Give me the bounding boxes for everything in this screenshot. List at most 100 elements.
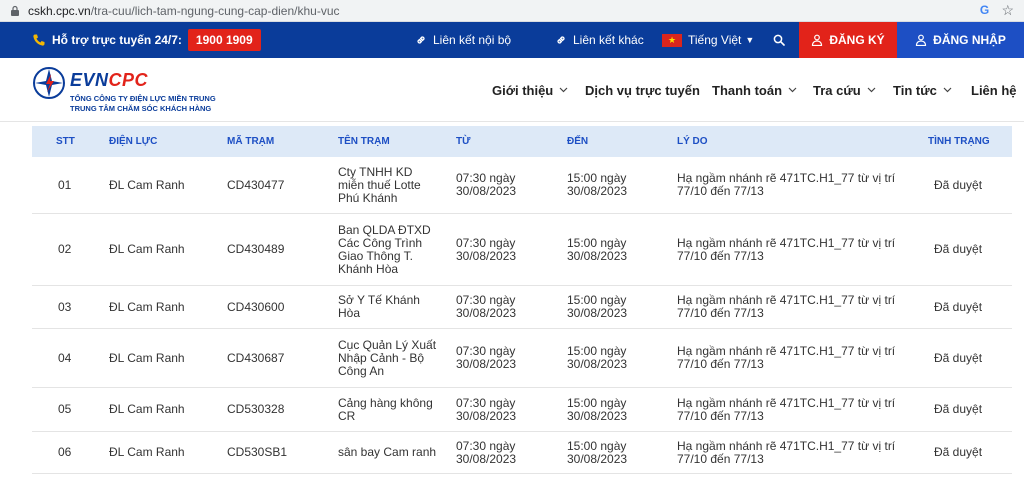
nav-lien-he[interactable]: Liên hệ — [971, 58, 1017, 122]
cell-stt-wrap: 04 — [58, 329, 71, 387]
cell-stt: 03 — [58, 299, 72, 314]
cell-dien-luc: ĐL Cam Ranh — [109, 299, 185, 314]
cell-ma-tram-wrap: CD430489 — [227, 214, 284, 285]
hotline-number[interactable]: 1900 1909 — [187, 29, 261, 51]
nav-tin-tuc[interactable]: Tin tức — [893, 58, 952, 122]
cell-tu-wrap: 07:30 ngày 30/08/2023 — [456, 388, 536, 431]
cell-ten-tram: Cty TNHH KD miễn thuế Lotte Phú Khánh — [338, 164, 421, 205]
cell-stt-wrap: 05 — [58, 388, 71, 431]
bookmark-star-icon[interactable]: ☆ — [1001, 2, 1014, 18]
cell-ly-do-wrap: Hạ ngầm nhánh rẽ 471TC.H1_77 từ vị trí 7… — [677, 432, 902, 473]
evncpc-logo[interactable]: EVNCPC TỔNG CÔNG TY ĐIỆN LỰC MIỀN TRUNG … — [32, 64, 232, 116]
cell-dien-luc-wrap: ĐL Cam Ranh — [109, 286, 185, 328]
cell-den: 15:00 ngày 30/08/2023 — [567, 235, 628, 263]
url-domain: cskh.cpc.vn — [28, 3, 91, 18]
cell-ma-tram-wrap: CD430687 — [227, 329, 284, 387]
site-header: EVNCPC TỔNG CÔNG TY ĐIỆN LỰC MIỀN TRUNG … — [0, 58, 1024, 122]
table-row: 01 ĐL Cam Ranh CD430477 Cty TNHH KD miễn th… — [32, 157, 1012, 214]
site-info-icon[interactable] — [10, 5, 20, 16]
cell-tinh-trang: Đã duyệt — [934, 299, 983, 314]
register-button[interactable]: ĐĂNG KÝ — [799, 22, 897, 58]
cell-ten-tram-wrap: Cty TNHH KD miễn thuế Lotte Phú Khánh — [338, 157, 438, 213]
col-header-ma-tram: MÃ TRẠM — [227, 136, 275, 147]
login-button[interactable]: ĐĂNG NHẬP — [897, 22, 1024, 58]
register-label: ĐĂNG KÝ — [829, 33, 885, 47]
cell-tinh-trang: Đã duyệt — [934, 402, 983, 416]
cell-stt: 02 — [58, 242, 72, 256]
cell-ly-do: Hạ ngầm nhánh rẽ 471TC.H1_77 từ vị trí 7… — [677, 293, 896, 320]
col-header-tinh-trang: TÌNH TRẠNG — [928, 136, 990, 147]
cell-tu-wrap: 07:30 ngày 30/08/2023 — [456, 329, 536, 387]
language-selector[interactable]: ★ Tiếng Việt ▼ — [662, 22, 754, 58]
cell-dien-luc-wrap: ĐL Cam Ranh — [109, 388, 185, 431]
cell-stt: 04 — [58, 350, 72, 365]
cell-tinh-trang-wrap: Đã duyệt — [934, 388, 982, 431]
search-icon — [773, 34, 785, 46]
cell-den-wrap: 15:00 ngày 30/08/2023 — [567, 157, 647, 213]
cell-ly-do-wrap: Hạ ngầm nhánh rẽ 471TC.H1_77 từ vị trí 7… — [677, 286, 902, 328]
cell-ten-tram-wrap: Cục Quản Lý Xuất Nhập Cảnh - Bộ Công An — [338, 329, 438, 387]
cell-dien-luc-wrap: ĐL Cam Ranh — [109, 214, 185, 285]
cell-tinh-trang: Đã duyệt — [934, 445, 983, 459]
nav-thanh-toan[interactable]: Thanh toán — [712, 58, 797, 122]
logo-subtitle-2: TRUNG TÂM CHĂM SÓC KHÁCH HÀNG — [70, 104, 212, 113]
table-row: 06 ĐL Cam Ranh CD530SB1 sân bay Cam ranh 07:… — [32, 432, 1012, 474]
cell-ly-do: Hạ ngầm nhánh rẽ 471TC.H1_77 từ vị trí 7… — [677, 438, 896, 466]
col-header-ly-do: LÝ DO — [677, 136, 708, 147]
nav-tra-cuu[interactable]: Tra cứu — [813, 58, 876, 122]
browser-address-bar[interactable]: cskh.cpc.vn/tra-cuu/lich-tam-ngung-cung-… — [0, 0, 1024, 22]
cell-ma-tram-wrap: CD530328 — [227, 388, 284, 431]
other-links[interactable]: Liên kết khác — [555, 22, 644, 58]
cell-ly-do: Hạ ngầm nhánh rẽ 471TC.H1_77 từ vị trí 7… — [677, 235, 896, 263]
cell-tu: 07:30 ngày 30/08/2023 — [456, 171, 517, 198]
brand-evn: EVN — [70, 70, 109, 90]
cell-ten-tram-wrap: Sở Y Tế Khánh Hòa — [338, 286, 438, 328]
cell-den-wrap: 15:00 ngày 30/08/2023 — [567, 329, 647, 387]
cell-stt-wrap: 02 — [58, 214, 71, 285]
link-icon — [417, 36, 425, 44]
internal-links[interactable]: Liên kết nội bộ — [415, 22, 511, 58]
cell-dien-luc-wrap: ĐL Cam Ranh — [109, 432, 185, 473]
internal-links-label: Liên kết nội bộ — [433, 33, 512, 47]
nav-gioi-thieu[interactable]: Giới thiệu — [492, 58, 568, 122]
chevron-down-icon — [867, 87, 876, 93]
url-text[interactable]: cskh.cpc.vn/tra-cuu/lich-tam-ngung-cung-… — [28, 4, 340, 18]
col-header-tu: TỪ — [456, 136, 471, 147]
cell-ten-tram: Sở Y Tế Khánh Hòa — [338, 293, 420, 320]
brand-name: EVNCPC — [70, 70, 148, 91]
nav-dich-vu-truc-tuyen[interactable]: Dịch vụ trực tuyến — [585, 58, 700, 122]
evn-logo-icon — [33, 67, 65, 99]
cell-den: 15:00 ngày 30/08/2023 — [567, 293, 628, 320]
cell-tu: 07:30 ngày 30/08/2023 — [456, 293, 517, 320]
cell-ly-do: Hạ ngầm nhánh rẽ 471TC.H1_77 từ vị trí 7… — [677, 171, 896, 198]
cell-ma-tram: CD530328 — [227, 402, 285, 416]
cell-den-wrap: 15:00 ngày 30/08/2023 — [567, 214, 647, 285]
cell-ly-do: Hạ ngầm nhánh rẽ 471TC.H1_77 từ vị trí 7… — [677, 344, 896, 371]
cell-ten-tram: Cảng hàng không CR — [338, 395, 433, 423]
col-header-stt: STT — [56, 136, 75, 147]
cell-stt: 06 — [58, 445, 72, 459]
cell-tu-wrap: 07:30 ngày 30/08/2023 — [456, 157, 536, 213]
cell-den-wrap: 15:00 ngày 30/08/2023 — [567, 388, 647, 431]
cell-ly-do: Hạ ngầm nhánh rẽ 471TC.H1_77 từ vị trí 7… — [677, 395, 896, 423]
nav-label: Giới thiệu — [492, 82, 554, 98]
col-header-den: ĐẾN — [567, 136, 589, 147]
vietnam-flag-icon: ★ — [662, 33, 682, 47]
nav-label: Thanh toán — [712, 82, 783, 98]
cell-tinh-trang: Đã duyệt — [934, 350, 983, 365]
cell-ten-tram: sân bay Cam ranh — [338, 445, 437, 459]
search-button[interactable] — [766, 22, 792, 58]
cell-stt: 05 — [58, 402, 72, 416]
cell-dien-luc: ĐL Cam Ranh — [109, 445, 185, 459]
cell-stt: 01 — [58, 177, 72, 192]
chevron-down-icon: ▼ — [745, 35, 755, 45]
cell-stt-wrap: 01 — [58, 157, 71, 213]
cell-tu: 07:30 ngày 30/08/2023 — [456, 438, 517, 466]
google-icon[interactable]: G — [977, 3, 992, 18]
cell-den: 15:00 ngày 30/08/2023 — [567, 395, 628, 423]
nav-label: Tra cứu — [813, 82, 861, 98]
phone-icon — [33, 34, 45, 46]
cell-ma-tram: CD530SB1 — [227, 445, 288, 459]
cell-tinh-trang-wrap: Đã duyệt — [934, 214, 982, 285]
table-row: 02 ĐL Cam Ranh CD430489 Ban QLDA ĐTXD Các C… — [32, 214, 1012, 286]
